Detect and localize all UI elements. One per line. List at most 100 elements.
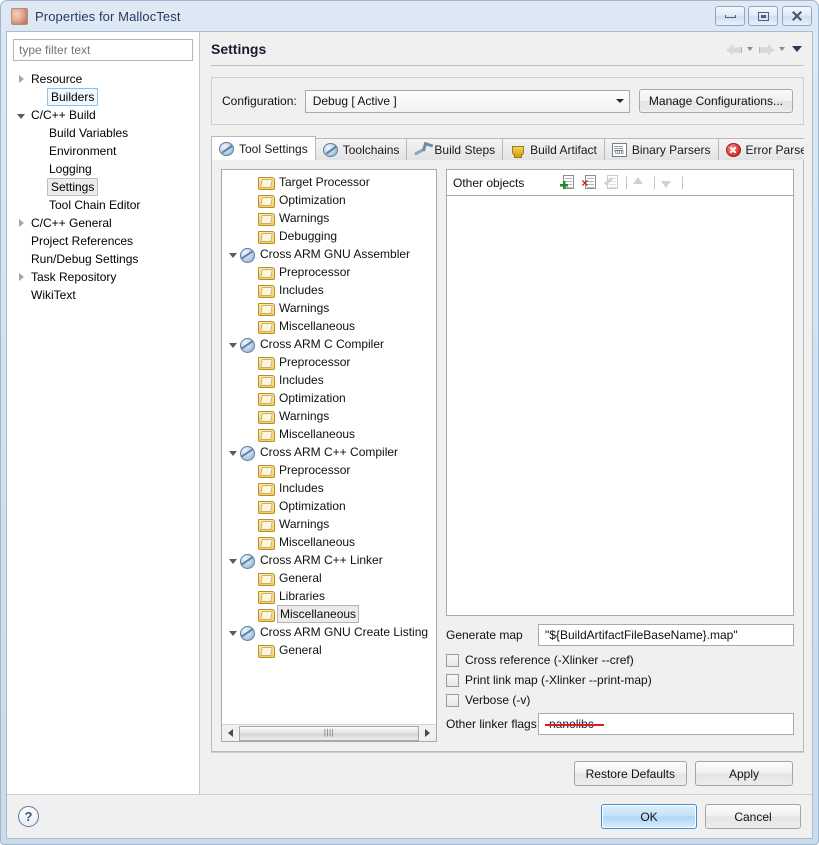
collapse-twisty-icon[interactable] xyxy=(225,251,240,258)
sidebar-item-environment[interactable]: Environment xyxy=(13,142,193,160)
sidebar-item-resource[interactable]: Resource xyxy=(13,70,193,88)
other-objects-list[interactable] xyxy=(446,196,794,616)
twisty-glyph xyxy=(228,630,237,636)
tool-tree-item-warnings[interactable]: Warnings xyxy=(222,209,436,227)
twisty-glyph xyxy=(18,75,24,83)
tab-error-parsers[interactable]: Error Parsers xyxy=(717,138,804,160)
tool-tree-item-cross-arm-gnu-assembler[interactable]: Cross ARM GNU Assembler xyxy=(222,245,436,263)
tool-tree-item-preprocessor[interactable]: Preprocessor xyxy=(222,461,436,479)
back-dropdown-icon[interactable] xyxy=(747,46,753,51)
forward-dropdown-icon[interactable] xyxy=(779,46,785,51)
delete-object-button[interactable] xyxy=(582,174,599,191)
configuration-select[interactable]: Debug [ Active ] xyxy=(304,89,630,113)
tool-tree-item-optimization[interactable]: Optimization xyxy=(222,389,436,407)
sidebar-item-logging[interactable]: Logging xyxy=(13,160,193,178)
sidebar-item-settings[interactable]: Settings xyxy=(13,178,193,196)
tool-tree-item-label: Preprocessor xyxy=(279,463,351,477)
sidebar-item-wikitext[interactable]: WikiText xyxy=(13,286,193,304)
scrollbar-track[interactable]: |||| xyxy=(238,725,420,741)
tool-tree-item-miscellaneous[interactable]: Miscellaneous xyxy=(222,605,436,623)
collapse-twisty-icon[interactable] xyxy=(225,557,240,564)
tool-tree-item-warnings[interactable]: Warnings xyxy=(222,299,436,317)
move-down-button[interactable] xyxy=(660,174,677,191)
tool-tree-item-label: Cross ARM C++ Linker xyxy=(260,553,383,567)
sidebar-item-c-c-build[interactable]: C/C++ Build xyxy=(13,106,193,124)
sidebar-item-run-debug-settings[interactable]: Run/Debug Settings xyxy=(13,250,193,268)
expand-twisty-icon[interactable] xyxy=(13,219,29,227)
tool-tree-item-optimization[interactable]: Optimization xyxy=(222,497,436,515)
add-object-button[interactable] xyxy=(560,174,577,191)
restore-defaults-button[interactable]: Restore Defaults xyxy=(573,761,687,786)
chevron-down-icon[interactable] xyxy=(792,45,802,52)
sidebar-item-label: Run/Debug Settings xyxy=(31,252,139,266)
expand-twisty-icon[interactable] xyxy=(13,273,29,281)
generate-map-input[interactable] xyxy=(538,624,794,646)
tool-tree-item-target-processor[interactable]: Target Processor xyxy=(222,173,436,191)
scroll-right-icon[interactable] xyxy=(420,726,435,741)
collapse-twisty-icon[interactable] xyxy=(225,449,240,456)
minimize-button[interactable] xyxy=(715,6,745,26)
back-arrow-icon[interactable] xyxy=(726,42,742,56)
help-icon[interactable]: ? xyxy=(18,806,39,827)
tool-tree-item-preprocessor[interactable]: Preprocessor xyxy=(222,353,436,371)
tool-tree-item-miscellaneous[interactable]: Miscellaneous xyxy=(222,533,436,551)
scroll-left-icon[interactable] xyxy=(223,726,238,741)
tab-toolchains[interactable]: Toolchains xyxy=(314,138,408,160)
tab-tool-settings[interactable]: Tool Settings xyxy=(211,136,316,160)
tool-tree-item-miscellaneous[interactable]: Miscellaneous xyxy=(222,425,436,443)
sidebar-item-tool-chain-editor[interactable]: Tool Chain Editor xyxy=(13,196,193,214)
collapse-twisty-icon[interactable] xyxy=(13,112,29,119)
close-button[interactable] xyxy=(782,6,812,26)
tab-build-steps[interactable]: Build Steps xyxy=(406,138,504,160)
filter-input[interactable] xyxy=(13,39,193,61)
sidebar-item-build-variables[interactable]: Build Variables xyxy=(13,124,193,142)
sidebar-item-builders[interactable]: Builders xyxy=(13,88,193,106)
tool-tree-item-includes[interactable]: Includes xyxy=(222,371,436,389)
sidebar-item-c-c-general[interactable]: C/C++ General xyxy=(13,214,193,232)
apply-button[interactable]: Apply xyxy=(695,761,793,786)
tool-tree-item-warnings[interactable]: Warnings xyxy=(222,407,436,425)
tool-tree-item-cross-arm-c-linker[interactable]: Cross ARM C++ Linker xyxy=(222,551,436,569)
expand-twisty-icon[interactable] xyxy=(13,75,29,83)
tab-build-artifact[interactable]: Build Artifact xyxy=(502,138,605,160)
tool-tree-hscrollbar[interactable]: |||| xyxy=(222,724,436,741)
forward-arrow-icon[interactable] xyxy=(758,42,774,56)
tool-tree-item-miscellaneous[interactable]: Miscellaneous xyxy=(222,317,436,335)
tool-tree-item-optimization[interactable]: Optimization xyxy=(222,191,436,209)
tool-tree-item-cross-arm-gnu-create-listing[interactable]: Cross ARM GNU Create Listing xyxy=(222,623,436,641)
collapse-twisty-icon[interactable] xyxy=(225,341,240,348)
tool-tree-item-general[interactable]: General xyxy=(222,641,436,659)
checkbox-row[interactable]: Verbose (-v) xyxy=(446,693,794,707)
tool-tree-item-includes[interactable]: Includes xyxy=(222,479,436,497)
tool-tree-item-label: Cross ARM C Compiler xyxy=(260,337,385,351)
tool-tree-item-libraries[interactable]: Libraries xyxy=(222,587,436,605)
move-up-button[interactable] xyxy=(632,174,649,191)
tab-binary-parsers[interactable]: Binary Parsers xyxy=(603,138,719,160)
collapse-twisty-icon[interactable] xyxy=(225,629,240,636)
checkbox-icon[interactable] xyxy=(446,693,459,707)
tool-tree-item-label: Preprocessor xyxy=(279,355,351,369)
sidebar-item-label: C/C++ General xyxy=(31,216,112,230)
tool-tree-item-debugging[interactable]: Debugging xyxy=(222,227,436,245)
checkbox-icon[interactable] xyxy=(446,653,459,667)
sidebar-item-project-references[interactable]: Project References xyxy=(13,232,193,250)
tool-tree-item-includes[interactable]: Includes xyxy=(222,281,436,299)
ok-button[interactable]: OK xyxy=(601,804,697,829)
checkbox-icon[interactable] xyxy=(446,673,459,687)
tool-tree-item-cross-arm-c-compiler[interactable]: Cross ARM C Compiler xyxy=(222,335,436,353)
tool-tree-item-warnings[interactable]: Warnings xyxy=(222,515,436,533)
manage-configurations-button[interactable]: Manage Configurations... xyxy=(638,89,793,113)
maximize-button[interactable] xyxy=(748,6,778,26)
other-linker-flags-input[interactable] xyxy=(538,713,794,735)
tool-tree-item-general[interactable]: General xyxy=(222,569,436,587)
tool-tree-item-label: General xyxy=(279,571,322,585)
checkbox-row[interactable]: Cross reference (-Xlinker --cref) xyxy=(446,653,794,667)
scrollbar-thumb[interactable]: |||| xyxy=(239,725,419,741)
linker-misc-detail: Other objects Generate map "${BuildArtif… xyxy=(437,169,794,742)
tool-tree-item-cross-arm-c-compiler[interactable]: Cross ARM C++ Compiler xyxy=(222,443,436,461)
edit-object-button[interactable] xyxy=(604,174,621,191)
sidebar-item-task-repository[interactable]: Task Repository xyxy=(13,268,193,286)
cancel-button[interactable]: Cancel xyxy=(705,804,801,829)
checkbox-row[interactable]: Print link map (-Xlinker --print-map) xyxy=(446,673,794,687)
tool-tree-item-preprocessor[interactable]: Preprocessor xyxy=(222,263,436,281)
